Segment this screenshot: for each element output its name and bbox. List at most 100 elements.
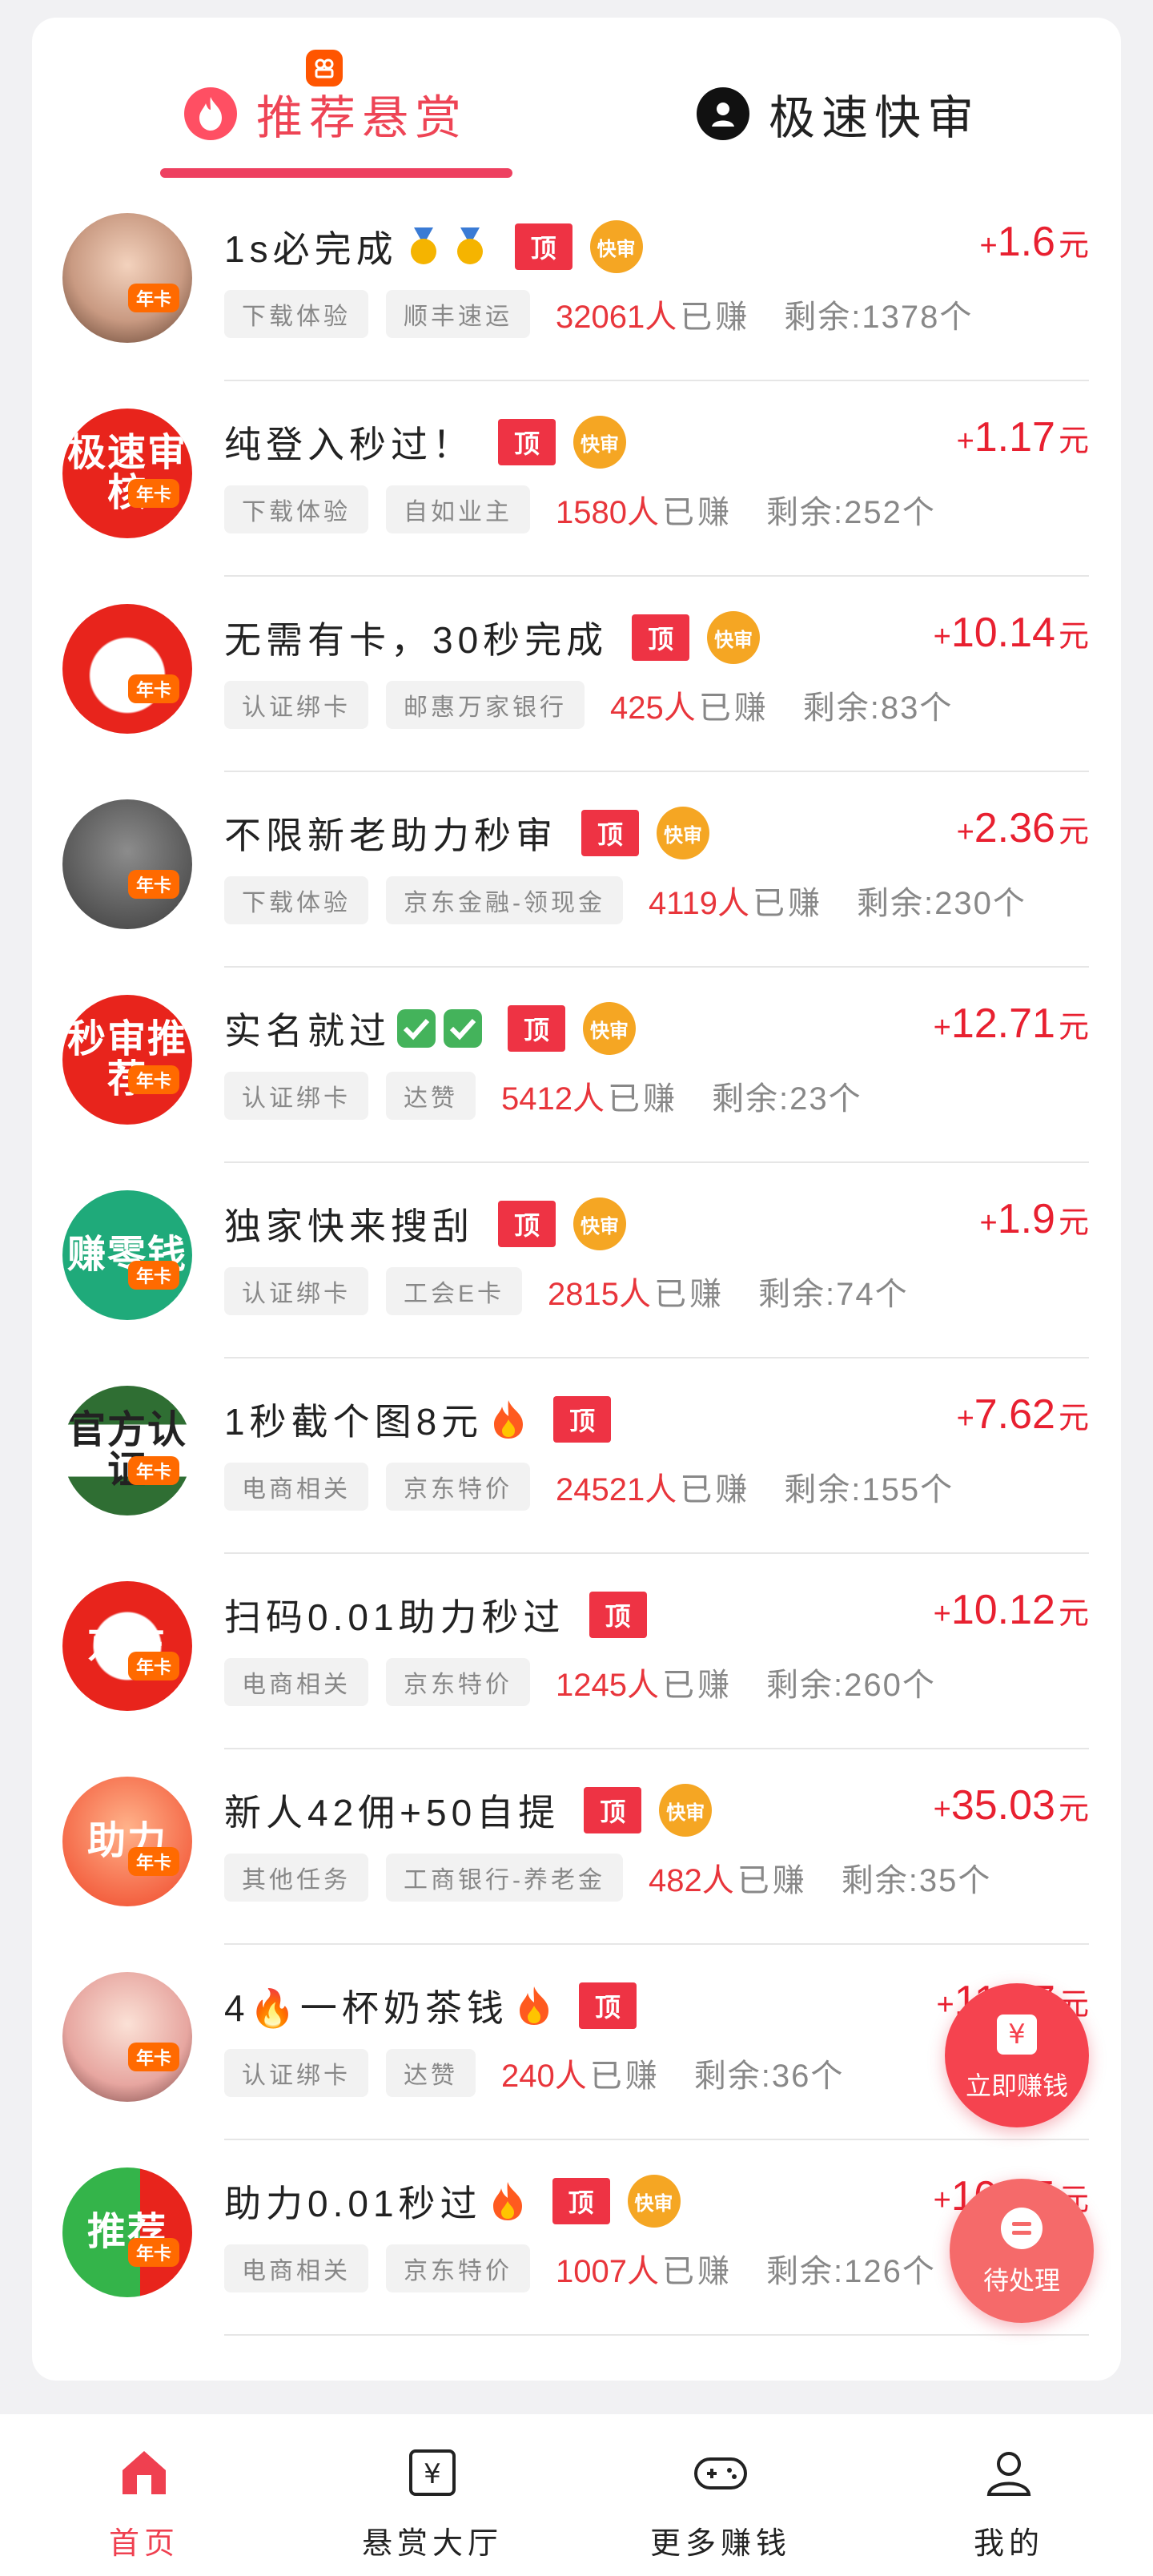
earned-count: 24521人 bbox=[556, 1472, 677, 1507]
fire-icon bbox=[494, 1400, 524, 1439]
yuan-gift-icon: ¥ bbox=[997, 2015, 1037, 2055]
chat-bubble-icon bbox=[1001, 2208, 1043, 2249]
tab-fast-review-label: 极速快审 bbox=[769, 92, 981, 144]
earned-suffix: 已赚 bbox=[698, 690, 769, 726]
task-merchant-tag: 京东金融-领现金 bbox=[386, 876, 623, 924]
task-title-line: 实名就过 顶 快审 bbox=[224, 1000, 636, 1057]
task-row[interactable]: 助力 年卡 新人42佣+50自提 顶 快审 其他任务 工商银行-养老金 482人… bbox=[32, 1749, 1121, 1945]
earned-count: 4119人 bbox=[649, 886, 750, 921]
task-avatar bbox=[62, 799, 192, 929]
fast-review-badge: 快审 bbox=[627, 2175, 681, 2228]
fast-review-badge: 快审 bbox=[659, 1784, 713, 1837]
task-category-tag: 下载体验 bbox=[224, 876, 368, 924]
remaining-count: 剩余:74个 bbox=[758, 1277, 909, 1312]
task-avatar: 官方认证 bbox=[62, 1386, 192, 1515]
task-merchant-tag: 顺丰速运 bbox=[386, 290, 530, 338]
pending-button[interactable]: 待处理 bbox=[950, 2179, 1094, 2323]
reward-plus: + bbox=[933, 1597, 951, 1631]
task-category-tag: 电商相关 bbox=[224, 1463, 368, 1511]
task-category-tag: 下载体验 bbox=[224, 290, 368, 338]
task-merchant-tag: 京东特价 bbox=[386, 1658, 530, 1706]
task-avatar bbox=[62, 1972, 192, 2102]
top-badge: 顶 bbox=[508, 1005, 565, 1052]
fast-review-badge: 快审 bbox=[707, 611, 761, 664]
reward-plus: + bbox=[956, 815, 974, 849]
reward-unit: 元 bbox=[1058, 1597, 1089, 1631]
reward-value: 35.03 bbox=[950, 1782, 1055, 1829]
task-row[interactable]: 京东 年卡 扫码0.01助力秒过 顶 电商相关 京东特价 1245人 已赚 剩余… bbox=[32, 1554, 1121, 1749]
task-title-line: 扫码0.01助力秒过 顶 bbox=[224, 1586, 647, 1644]
nav-mine-label: 我的 bbox=[973, 2527, 1044, 2561]
top-badge: 顶 bbox=[584, 1787, 642, 1833]
task-title-line: 1s必完成 顶 快审 bbox=[224, 218, 643, 276]
task-merchant-tag: 达赞 bbox=[386, 1072, 476, 1120]
annual-card-badge: 年卡 bbox=[128, 1652, 180, 1680]
task-avatar: 秒审推荐 bbox=[62, 995, 192, 1125]
task-avatar bbox=[62, 604, 192, 734]
reward-plus: + bbox=[933, 1793, 951, 1826]
annual-card-badge: 年卡 bbox=[128, 2043, 180, 2071]
reward-plus: + bbox=[933, 620, 951, 654]
earned-suffix: 已赚 bbox=[661, 1668, 733, 1703]
top-badge: 顶 bbox=[552, 2178, 610, 2224]
task-title: 1s必完成 bbox=[224, 228, 398, 270]
task-row[interactable]: 极速审核 年卡 纯登入秒过！ 顶 快审 下载体验 自如业主 1580人 已赚 剩… bbox=[32, 381, 1121, 577]
annual-card-badge: 年卡 bbox=[128, 870, 180, 899]
profile-icon bbox=[979, 2443, 1039, 2502]
reward-unit: 元 bbox=[1058, 229, 1089, 263]
svg-text:¥: ¥ bbox=[424, 2458, 441, 2490]
task-category-tag: 下载体验 bbox=[224, 485, 368, 533]
gamepad-icon bbox=[691, 2443, 750, 2502]
task-title: 实名就过 bbox=[224, 1010, 391, 1052]
nav-more-money-label: 更多赚钱 bbox=[649, 2527, 791, 2561]
top-badge: 顶 bbox=[581, 810, 639, 856]
earned-count: 425人 bbox=[610, 690, 696, 726]
tab-fast-review[interactable]: 极速快审 bbox=[697, 74, 980, 154]
task-meta: 下载体验 顺丰速运 32061人 已赚 剩余:1378个 bbox=[224, 290, 973, 338]
nav-mine[interactable]: 我的 bbox=[865, 2414, 1153, 2576]
remaining-count: 剩余:126个 bbox=[765, 2254, 936, 2289]
reward-value: 12.71 bbox=[950, 1000, 1055, 1047]
tab-bar: 推荐悬赏 极速快审 bbox=[32, 18, 1121, 178]
reward-amount: + 1.6 元 bbox=[979, 218, 1089, 266]
reward-amount: + 12.71 元 bbox=[934, 1000, 1089, 1048]
fast-review-badge: 快审 bbox=[573, 416, 626, 469]
check-icon bbox=[444, 1009, 482, 1048]
fire-icon bbox=[492, 2182, 522, 2220]
row-divider bbox=[224, 2334, 1089, 2336]
flame-icon bbox=[184, 87, 237, 140]
reward-amount: + 1.17 元 bbox=[957, 413, 1089, 461]
annual-card-badge: 年卡 bbox=[128, 1065, 180, 1094]
yuan-box-icon: ¥ bbox=[403, 2443, 462, 2502]
task-merchant-tag: 达赞 bbox=[386, 2049, 476, 2097]
annual-card-badge: 年卡 bbox=[128, 1261, 180, 1290]
medal-icon bbox=[456, 227, 483, 264]
task-meta: 其他任务 工商银行-养老金 482人 已赚 剩余:35个 bbox=[224, 1854, 991, 1902]
reward-unit: 元 bbox=[1058, 1793, 1089, 1826]
fast-review-badge: 快审 bbox=[573, 1197, 626, 1250]
task-avatar bbox=[62, 213, 192, 343]
task-meta: 认证绑卡 邮惠万家银行 425人 已赚 剩余:83个 bbox=[224, 681, 953, 729]
task-row[interactable]: 赚零钱 年卡 独家快来搜刮 顶 快审 认证绑卡 工会E卡 2815人 已赚 剩余… bbox=[32, 1163, 1121, 1358]
remaining-count: 剩余:23个 bbox=[711, 1081, 862, 1117]
top-badge: 顶 bbox=[578, 1982, 637, 2029]
task-row[interactable]: 年卡 不限新老助力秒审 顶 快审 下载体验 京东金融-领现金 4119人 已赚 … bbox=[32, 772, 1121, 968]
reward-amount: + 1.9 元 bbox=[979, 1195, 1089, 1243]
task-row[interactable]: 官方认证 年卡 1秒截个图8元 顶 电商相关 京东特价 24521人 已赚 剩余… bbox=[32, 1358, 1121, 1554]
earned-suffix: 已赚 bbox=[607, 1081, 678, 1117]
task-row[interactable]: 年卡 1s必完成 顶 快审 下载体验 顺丰速运 32061人 已赚 剩余:137… bbox=[32, 186, 1121, 381]
task-title-line: 1秒截个图8元 顶 bbox=[224, 1391, 612, 1448]
nav-reward-hall[interactable]: ¥ 悬赏大厅 bbox=[288, 2414, 576, 2576]
medal-icon bbox=[410, 227, 436, 264]
nav-home[interactable]: 首页 bbox=[0, 2414, 288, 2576]
task-title: 1秒截个图8元 bbox=[224, 1401, 484, 1443]
task-meta: 认证绑卡 达赞 240人 已赚 剩余:36个 bbox=[224, 2049, 844, 2097]
task-meta: 电商相关 京东特价 1007人 已赚 剩余:126个 bbox=[224, 2244, 936, 2292]
earn-now-button[interactable]: ¥ 立即赚钱 bbox=[945, 1983, 1089, 2127]
task-row[interactable]: 秒审推荐 年卡 实名就过 顶 快审 认证绑卡 达赞 5412人 已赚 剩余:23… bbox=[32, 968, 1121, 1163]
task-title-line: 新人42佣+50自提 顶 快审 bbox=[224, 1781, 713, 1839]
nav-more-money[interactable]: 更多赚钱 bbox=[576, 2414, 865, 2576]
task-row[interactable]: 年卡 无需有卡，30秒完成 顶 快审 认证绑卡 邮惠万家银行 425人 已赚 剩… bbox=[32, 577, 1121, 772]
top-badge: 顶 bbox=[514, 223, 572, 270]
task-meta: 电商相关 京东特价 1245人 已赚 剩余:260个 bbox=[224, 1658, 936, 1706]
